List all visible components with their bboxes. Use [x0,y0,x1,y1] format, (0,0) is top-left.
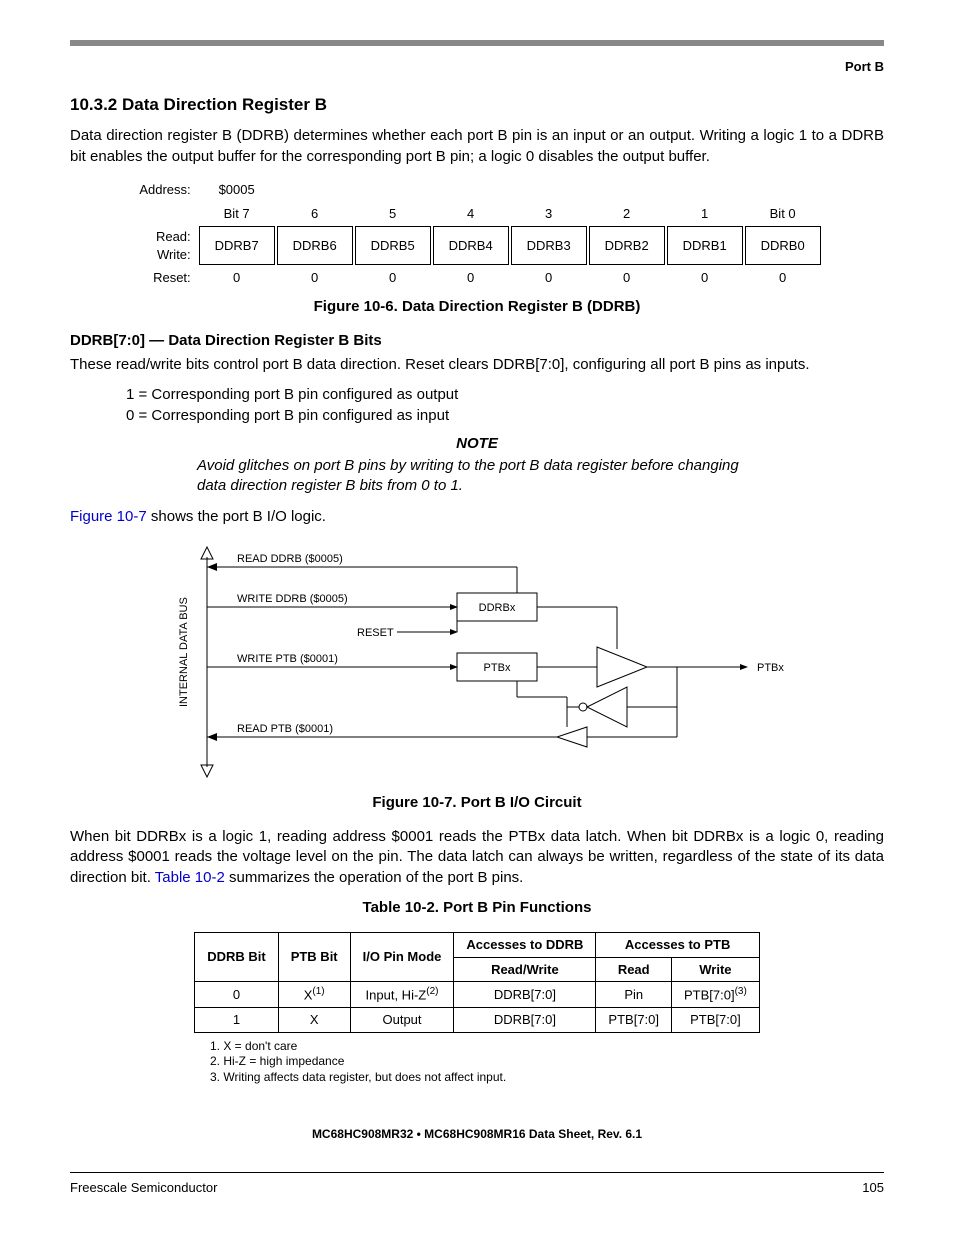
address-value: $0005 [199,179,275,201]
th-acc-ddrb: Accesses to DDRB [454,933,596,958]
bit-cell: DDRB1 [667,226,743,265]
th-read: Read [596,957,672,982]
bits-heading: DDRB[7:0] — Data Direction Register B Bi… [70,331,884,351]
reset-value: 0 [511,267,587,289]
footer-vendor: Freescale Semiconductor [70,1179,217,1197]
page-section-label: Port B [70,58,884,76]
footnotes: 1. X = don't care 2. Hi-Z = high impedan… [210,1039,884,1086]
bits-zero: 0 = Corresponding port B pin configured … [126,406,884,426]
reset-value: 0 [355,267,431,289]
reset-value: 0 [745,267,821,289]
bits-desc: These read/write bits control port B dat… [70,355,884,375]
th-ptb: PTB Bit [278,933,350,982]
bit-header: 2 [589,203,665,225]
bits-one: 1 = Corresponding port B pin configured … [126,385,884,405]
bit-header: 3 [511,203,587,225]
reset-value: 0 [589,267,665,289]
th-mode: I/O Pin Mode [350,933,454,982]
figure-caption: Figure 10-6. Data Direction Register B (… [70,297,884,317]
top-rule [70,40,884,46]
table-link[interactable]: Table 10-2 [155,869,225,886]
io-circuit-diagram: INTERNAL DATA BUS READ DDRB ($0005) WRIT… [157,537,797,787]
bus-label: INTERNAL DATA BUS [178,597,190,707]
reset-value: 0 [667,267,743,289]
bit-header: 4 [433,203,509,225]
reset-value: 0 [277,267,353,289]
table-row: 1 X Output DDRB[7:0] PTB[7:0] PTB[7:0] [195,1008,760,1033]
after-circuit-paragraph: When bit DDRBx is a logic 1, reading add… [70,827,884,888]
note-body: Avoid glitches on port B pins by writing… [197,456,757,497]
figure-link[interactable]: Figure 10-7 [70,508,147,525]
footer-rule: Freescale Semiconductor 105 [70,1172,884,1197]
th-acc-ptb: Accesses to PTB [596,933,759,958]
bit-cell: DDRB2 [589,226,665,265]
bit-cell: DDRB0 [745,226,821,265]
bit-cell: DDRB7 [199,226,275,265]
footnote: 1. X = don't care [210,1039,884,1055]
table-row: 0 X(1) Input, Hi-Z(2) DDRB[7:0] Pin PTB[… [195,982,760,1008]
bit-header: Bit 0 [745,203,821,225]
bit-header: 6 [277,203,353,225]
figure-ref-line: Figure 10-7 shows the port B I/O logic. [70,507,884,527]
bit-cell: DDRB5 [355,226,431,265]
pin-label: PTBx [757,662,784,674]
footnote: 2. Hi-Z = high impedance [210,1054,884,1070]
pin-functions-table: DDRB Bit PTB Bit I/O Pin Mode Accesses t… [194,932,760,1033]
footnote: 3. Writing affects data register, but do… [210,1070,884,1086]
address-label: Address: [133,179,196,201]
ddrbx-box: DDRBx [479,602,516,614]
register-bit-table: Address: $0005 Bit 7 6 5 4 3 2 1 Bit 0 R… [131,177,822,291]
note-heading: NOTE [70,434,884,454]
section-heading: 10.3.2 Data Direction Register B [70,94,884,117]
page-number: 105 [862,1179,884,1197]
write-ddrb-label: WRITE DDRB ($0005) [237,593,348,605]
ptbx-box: PTBx [484,662,511,674]
th-ddrb: DDRB Bit [195,933,279,982]
reset-label: Reset: [133,267,196,289]
read-ddrb-label: READ DDRB ($0005) [237,553,343,565]
rw-label: Read: Write: [133,226,196,265]
read-ptb-label: READ PTB ($0001) [237,723,333,735]
bit-cell: DDRB3 [511,226,587,265]
reset-label: RESET [357,627,394,639]
bit-header: 1 [667,203,743,225]
bit-header: Bit 7 [199,203,275,225]
bit-cell: DDRB6 [277,226,353,265]
reset-value: 0 [433,267,509,289]
th-rw: Read/Write [454,957,596,982]
write-ptb-label: WRITE PTB ($0001) [237,653,338,665]
figure-caption: Figure 10-7. Port B I/O Circuit [70,793,884,813]
table-caption: Table 10-2. Port B Pin Functions [70,898,884,918]
bit-header: 5 [355,203,431,225]
th-write: Write [672,957,760,982]
intro-paragraph: Data direction register B (DDRB) determi… [70,126,884,167]
reset-value: 0 [199,267,275,289]
bit-cell: DDRB4 [433,226,509,265]
footer-doc-title: MC68HC908MR32 • MC68HC908MR16 Data Sheet… [70,1126,884,1142]
